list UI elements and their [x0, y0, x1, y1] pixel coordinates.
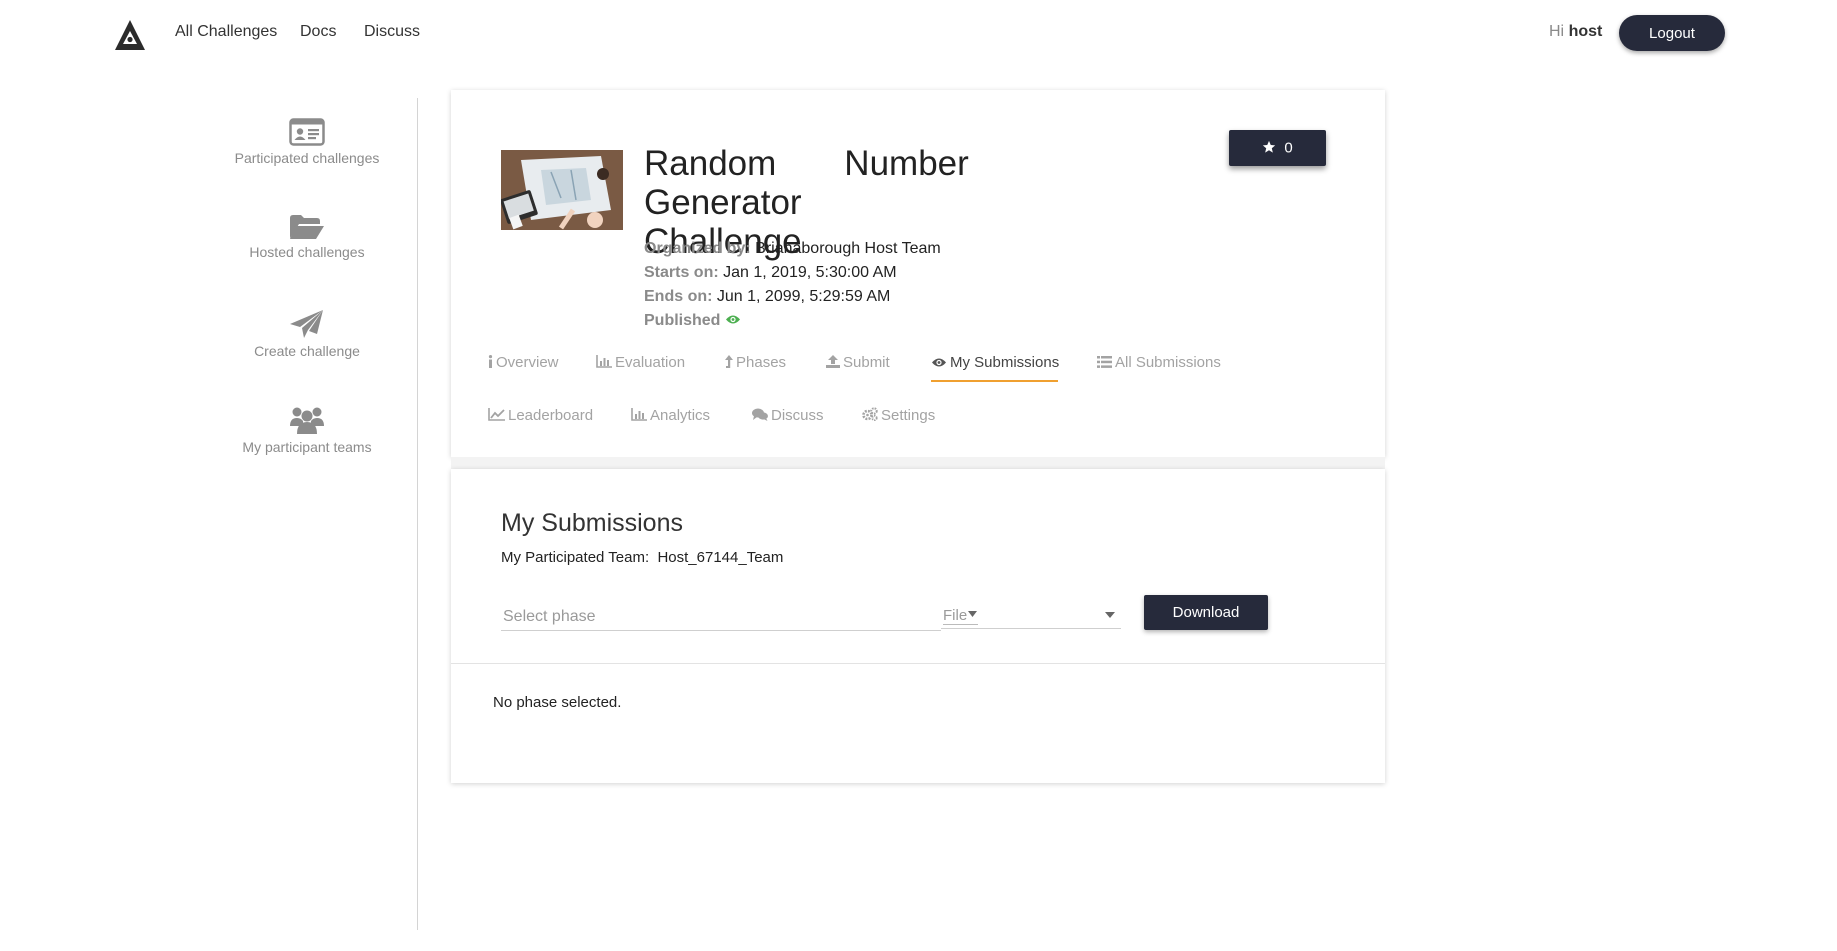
sidebar-item-label: Participated challenges	[234, 150, 380, 166]
challenge-header-card: Random NumberGenerator Challenge Organize…	[451, 90, 1385, 457]
star-icon	[1263, 141, 1276, 153]
tab-my-submissions[interactable]: My Submissions	[931, 354, 1059, 371]
eye-icon	[932, 358, 946, 367]
published-row: Published	[644, 312, 741, 330]
tab-all-submissions[interactable]: All Submissions	[1097, 354, 1221, 371]
file-format-select[interactable]: File	[941, 604, 1121, 629]
organized-by-label: Organized by:	[644, 240, 751, 257]
nav-all-challenges[interactable]: All Challenges	[175, 23, 277, 41]
comments-icon	[752, 408, 768, 421]
sidebar-item-create-challenge[interactable]: Create challenge	[226, 309, 388, 359]
start-date: Jan 1, 2019, 5:30:00 AM	[723, 264, 897, 281]
star-count: 0	[1284, 139, 1293, 157]
download-button[interactable]: Download	[1144, 595, 1268, 630]
star-button[interactable]: 0	[1229, 130, 1326, 166]
participated-team-row: My Participated Team: Host_67144_Team	[501, 549, 783, 566]
active-tab-indicator	[931, 380, 1058, 382]
title-word: Generator	[644, 183, 802, 222]
sidebar-item-my-participant-teams[interactable]: My participant teams	[226, 405, 388, 455]
organized-by-row: Organized by: Brianaborough Host Team	[644, 240, 941, 258]
tab-label: All Submissions	[1115, 354, 1221, 371]
evalai-logo-icon[interactable]	[114, 19, 146, 51]
ends-on-row: Ends on: Jun 1, 2099, 5:29:59 AM	[644, 288, 890, 306]
id-card-icon	[289, 118, 325, 146]
tab-label: Submit	[843, 354, 890, 371]
file-select-label: File	[943, 607, 968, 624]
title-word: Random	[644, 144, 777, 183]
user-greeting: Hi host	[1549, 23, 1602, 41]
tab-discuss[interactable]: Discuss	[752, 407, 824, 424]
tab-overview[interactable]: Overview	[488, 354, 559, 371]
starts-on-label: Starts on:	[644, 264, 719, 281]
top-navbar: All Challenges Docs Discuss Hi host Logo…	[0, 0, 1837, 66]
bar-chart-icon	[631, 408, 647, 421]
username: host	[1568, 23, 1603, 40]
sidebar-item-hosted-challenges[interactable]: Hosted challenges	[226, 214, 388, 260]
nav-discuss[interactable]: Discuss	[364, 23, 420, 41]
tab-label: Phases	[736, 354, 787, 371]
sidebar-divider	[417, 98, 418, 930]
section-title: My Submissions	[501, 509, 683, 537]
bar-chart-icon	[596, 355, 612, 368]
empty-state-message: No phase selected.	[493, 694, 622, 711]
phase-select-placeholder: Select phase	[503, 608, 596, 625]
challenge-thumbnail	[501, 150, 623, 230]
greeting-prefix: Hi	[1549, 23, 1565, 40]
dropdown-arrow-icon	[1105, 612, 1115, 618]
phase-select[interactable]: Select phase	[501, 606, 941, 631]
upload-icon	[826, 355, 840, 368]
sidebar-item-participated-challenges[interactable]: Participated challenges	[226, 118, 388, 166]
tab-label: Discuss	[771, 407, 824, 424]
paper-plane-icon	[290, 310, 323, 338]
tab-leaderboard[interactable]: Leaderboard	[488, 407, 593, 424]
users-icon	[290, 407, 324, 434]
eye-icon	[725, 315, 740, 324]
info-icon	[488, 355, 493, 368]
my-submissions-card: My Submissions My Participated Team: Hos…	[451, 469, 1385, 783]
card-separator	[451, 457, 1385, 469]
tab-phases[interactable]: Phases	[725, 354, 786, 371]
section-divider	[451, 663, 1385, 664]
title-word: Number	[844, 144, 969, 183]
tab-label: Leaderboard	[508, 407, 594, 424]
tab-label: Overview	[496, 354, 559, 371]
caret-down-icon	[968, 611, 978, 617]
tab-label: My Submissions	[950, 354, 1060, 371]
sidebar-item-label: Hosted challenges	[249, 244, 365, 260]
tab-evaluation[interactable]: Evaluation	[596, 354, 685, 371]
published-label: Published	[644, 312, 721, 329]
sidebar-item-label: Create challenge	[254, 343, 360, 359]
tab-settings[interactable]: Settings	[862, 407, 935, 424]
sidebar-item-label: My participant teams	[242, 439, 372, 455]
ends-on-label: Ends on:	[644, 288, 713, 305]
tab-analytics[interactable]: Analytics	[631, 407, 710, 424]
tab-label: Analytics	[650, 407, 711, 424]
host-team-name: Brianaborough Host Team	[755, 240, 941, 257]
starts-on-row: Starts on: Jan 1, 2019, 5:30:00 AM	[644, 264, 897, 282]
nav-docs[interactable]: Docs	[300, 23, 336, 41]
level-up-icon	[725, 355, 733, 368]
logout-button[interactable]: Logout	[1619, 15, 1725, 51]
tab-submit[interactable]: Submit	[826, 354, 890, 371]
team-label: My Participated Team:	[501, 549, 650, 566]
tab-label: Settings	[881, 407, 936, 424]
list-icon	[1097, 356, 1112, 368]
file-select-placeholder: File	[943, 607, 979, 625]
cogs-icon	[862, 407, 878, 422]
line-chart-icon	[488, 408, 505, 421]
team-name: Host_67144_Team	[657, 549, 784, 566]
folder-open-icon	[290, 215, 324, 239]
tab-label: Evaluation	[615, 354, 686, 371]
end-date: Jun 1, 2099, 5:29:59 AM	[716, 288, 891, 305]
